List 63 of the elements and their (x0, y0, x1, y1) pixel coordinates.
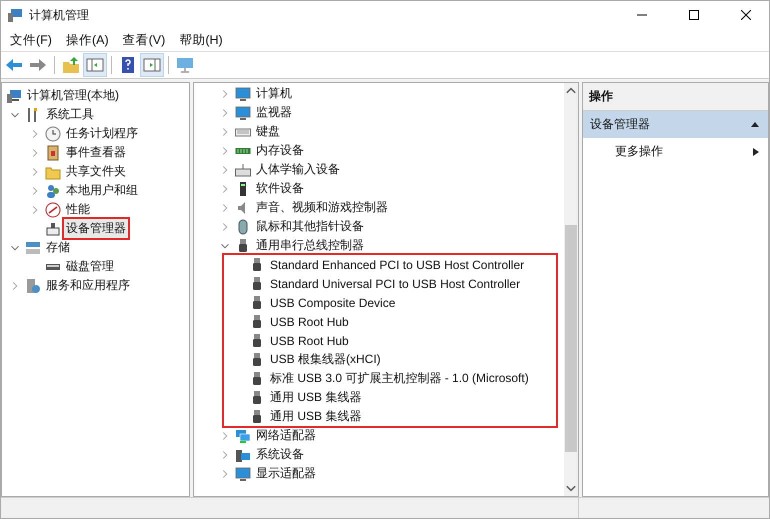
monitor-icon (235, 86, 251, 102)
tree-item[interactable]: 标准 USB 3.0 可扩展主机控制器 - 1.0 (Microsoft) (268, 369, 531, 388)
tree-item[interactable]: 服务和应用程序 (44, 276, 132, 295)
tree-item[interactable]: Standard Enhanced PCI to USB Host Controller (268, 256, 526, 272)
monitor-icon (235, 466, 251, 482)
menu-item[interactable]: 操作(A) (58, 32, 116, 48)
tree-item[interactable]: 计算机 (254, 84, 294, 103)
tree-item[interactable]: 共享文件夹 (64, 162, 128, 181)
hid-icon (235, 162, 251, 178)
menu-item[interactable]: 帮助(H) (172, 32, 230, 48)
close-icon[interactable] (741, 10, 751, 20)
tree-item[interactable]: USB Root Hub (268, 314, 351, 330)
tree-item[interactable]: 本地用户和组 (64, 181, 140, 200)
computer-icon (6, 88, 22, 104)
storage-icon (25, 240, 41, 256)
actions-section[interactable]: 设备管理器 (583, 111, 768, 138)
folder-up-icon[interactable] (60, 54, 82, 76)
actions-header: 操作 (583, 83, 768, 111)
tree-item[interactable]: 计算机管理(本地) (25, 86, 121, 105)
tree-item[interactable]: 网络适配器 (254, 426, 318, 445)
panel-icon[interactable] (141, 54, 163, 76)
collapse-triangle-icon[interactable] (750, 120, 760, 130)
scrollbar[interactable] (564, 83, 578, 496)
tree-item[interactable]: USB Composite Device (268, 294, 398, 310)
log-icon (45, 144, 61, 160)
services-icon (25, 278, 41, 294)
maximize-icon[interactable] (689, 10, 699, 20)
panel-icon[interactable] (84, 54, 106, 76)
tree-item[interactable]: 键盘 (254, 122, 282, 141)
menu-item[interactable]: 文件(F) (3, 32, 59, 48)
tree-item[interactable]: 内存设备 (254, 141, 306, 160)
tree-item[interactable]: 系统工具 (44, 105, 96, 124)
tree-item[interactable]: USB Root Hub (268, 332, 351, 348)
tree-item[interactable]: 人体学输入设备 (254, 160, 342, 179)
computer-icon (7, 7, 23, 23)
tree-item[interactable]: 通用 USB 集线器 (268, 388, 364, 407)
tree-item[interactable]: 监视器 (254, 103, 294, 122)
tree-item[interactable]: 通用串行总线控制器 (254, 236, 366, 255)
action-item[interactable]: 更多操作 (583, 138, 768, 165)
tree-item[interactable]: 设备管理器 (64, 219, 128, 238)
tree-item[interactable]: 任务计划程序 (64, 124, 140, 143)
users-icon (45, 182, 61, 198)
network-icon (235, 428, 251, 444)
monitor-icon (235, 104, 251, 120)
performance-icon (45, 202, 61, 218)
tree-item[interactable]: 软件设备 (254, 179, 306, 198)
tree-item[interactable]: USB 根集线器(xHCI) (268, 350, 383, 369)
tree-item[interactable]: 鼠标和其他指针设备 (254, 217, 366, 236)
tree-item[interactable]: 声音、视频和游戏控制器 (254, 198, 390, 217)
tree-item[interactable]: Standard Universal PCI to USB Host Controller (268, 276, 522, 292)
device-icon (45, 220, 61, 236)
submenu-triangle-icon (752, 146, 760, 156)
clock-icon (45, 126, 61, 142)
window-title: 计算机管理 (29, 6, 89, 24)
tree-item[interactable]: 存储 (44, 238, 72, 257)
tree-item[interactable]: 性能 (64, 200, 92, 219)
tree-item[interactable]: 显示适配器 (254, 464, 318, 483)
tree-item[interactable]: 通用 USB 集线器 (268, 407, 364, 426)
menu-item[interactable]: 查看(V) (116, 32, 172, 48)
tree-item[interactable]: 磁盘管理 (64, 257, 116, 276)
tree-item[interactable]: 系统设备 (254, 445, 306, 464)
tree-item[interactable]: 事件查看器 (64, 143, 128, 162)
scroll-thumb[interactable] (565, 225, 577, 452)
